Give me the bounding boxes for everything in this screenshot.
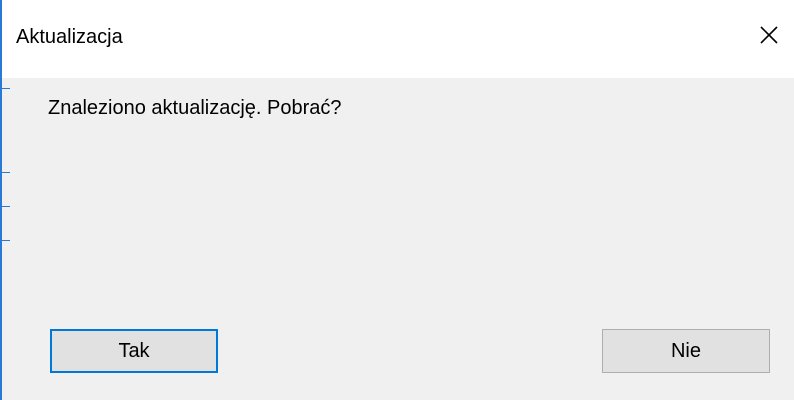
dialog-message: Znaleziono aktualizację. Pobrać? <box>48 97 342 119</box>
title-bar: Aktualizacja <box>2 0 794 78</box>
yes-button-label: Tak <box>118 339 150 362</box>
yes-button[interactable]: Tak <box>50 329 218 373</box>
close-icon <box>760 26 778 44</box>
no-button[interactable]: Nie <box>602 329 770 373</box>
window-edge-marker <box>2 206 10 207</box>
no-button-label: Nie <box>670 339 701 362</box>
close-button[interactable] <box>744 8 794 62</box>
update-dialog: Aktualizacja Znaleziono aktualizację. Po… <box>0 0 794 400</box>
window-edge-marker <box>2 240 10 241</box>
window-edge-marker <box>2 88 10 89</box>
window-edge-marker <box>2 172 10 173</box>
window-title: Aktualizacja <box>16 26 123 48</box>
